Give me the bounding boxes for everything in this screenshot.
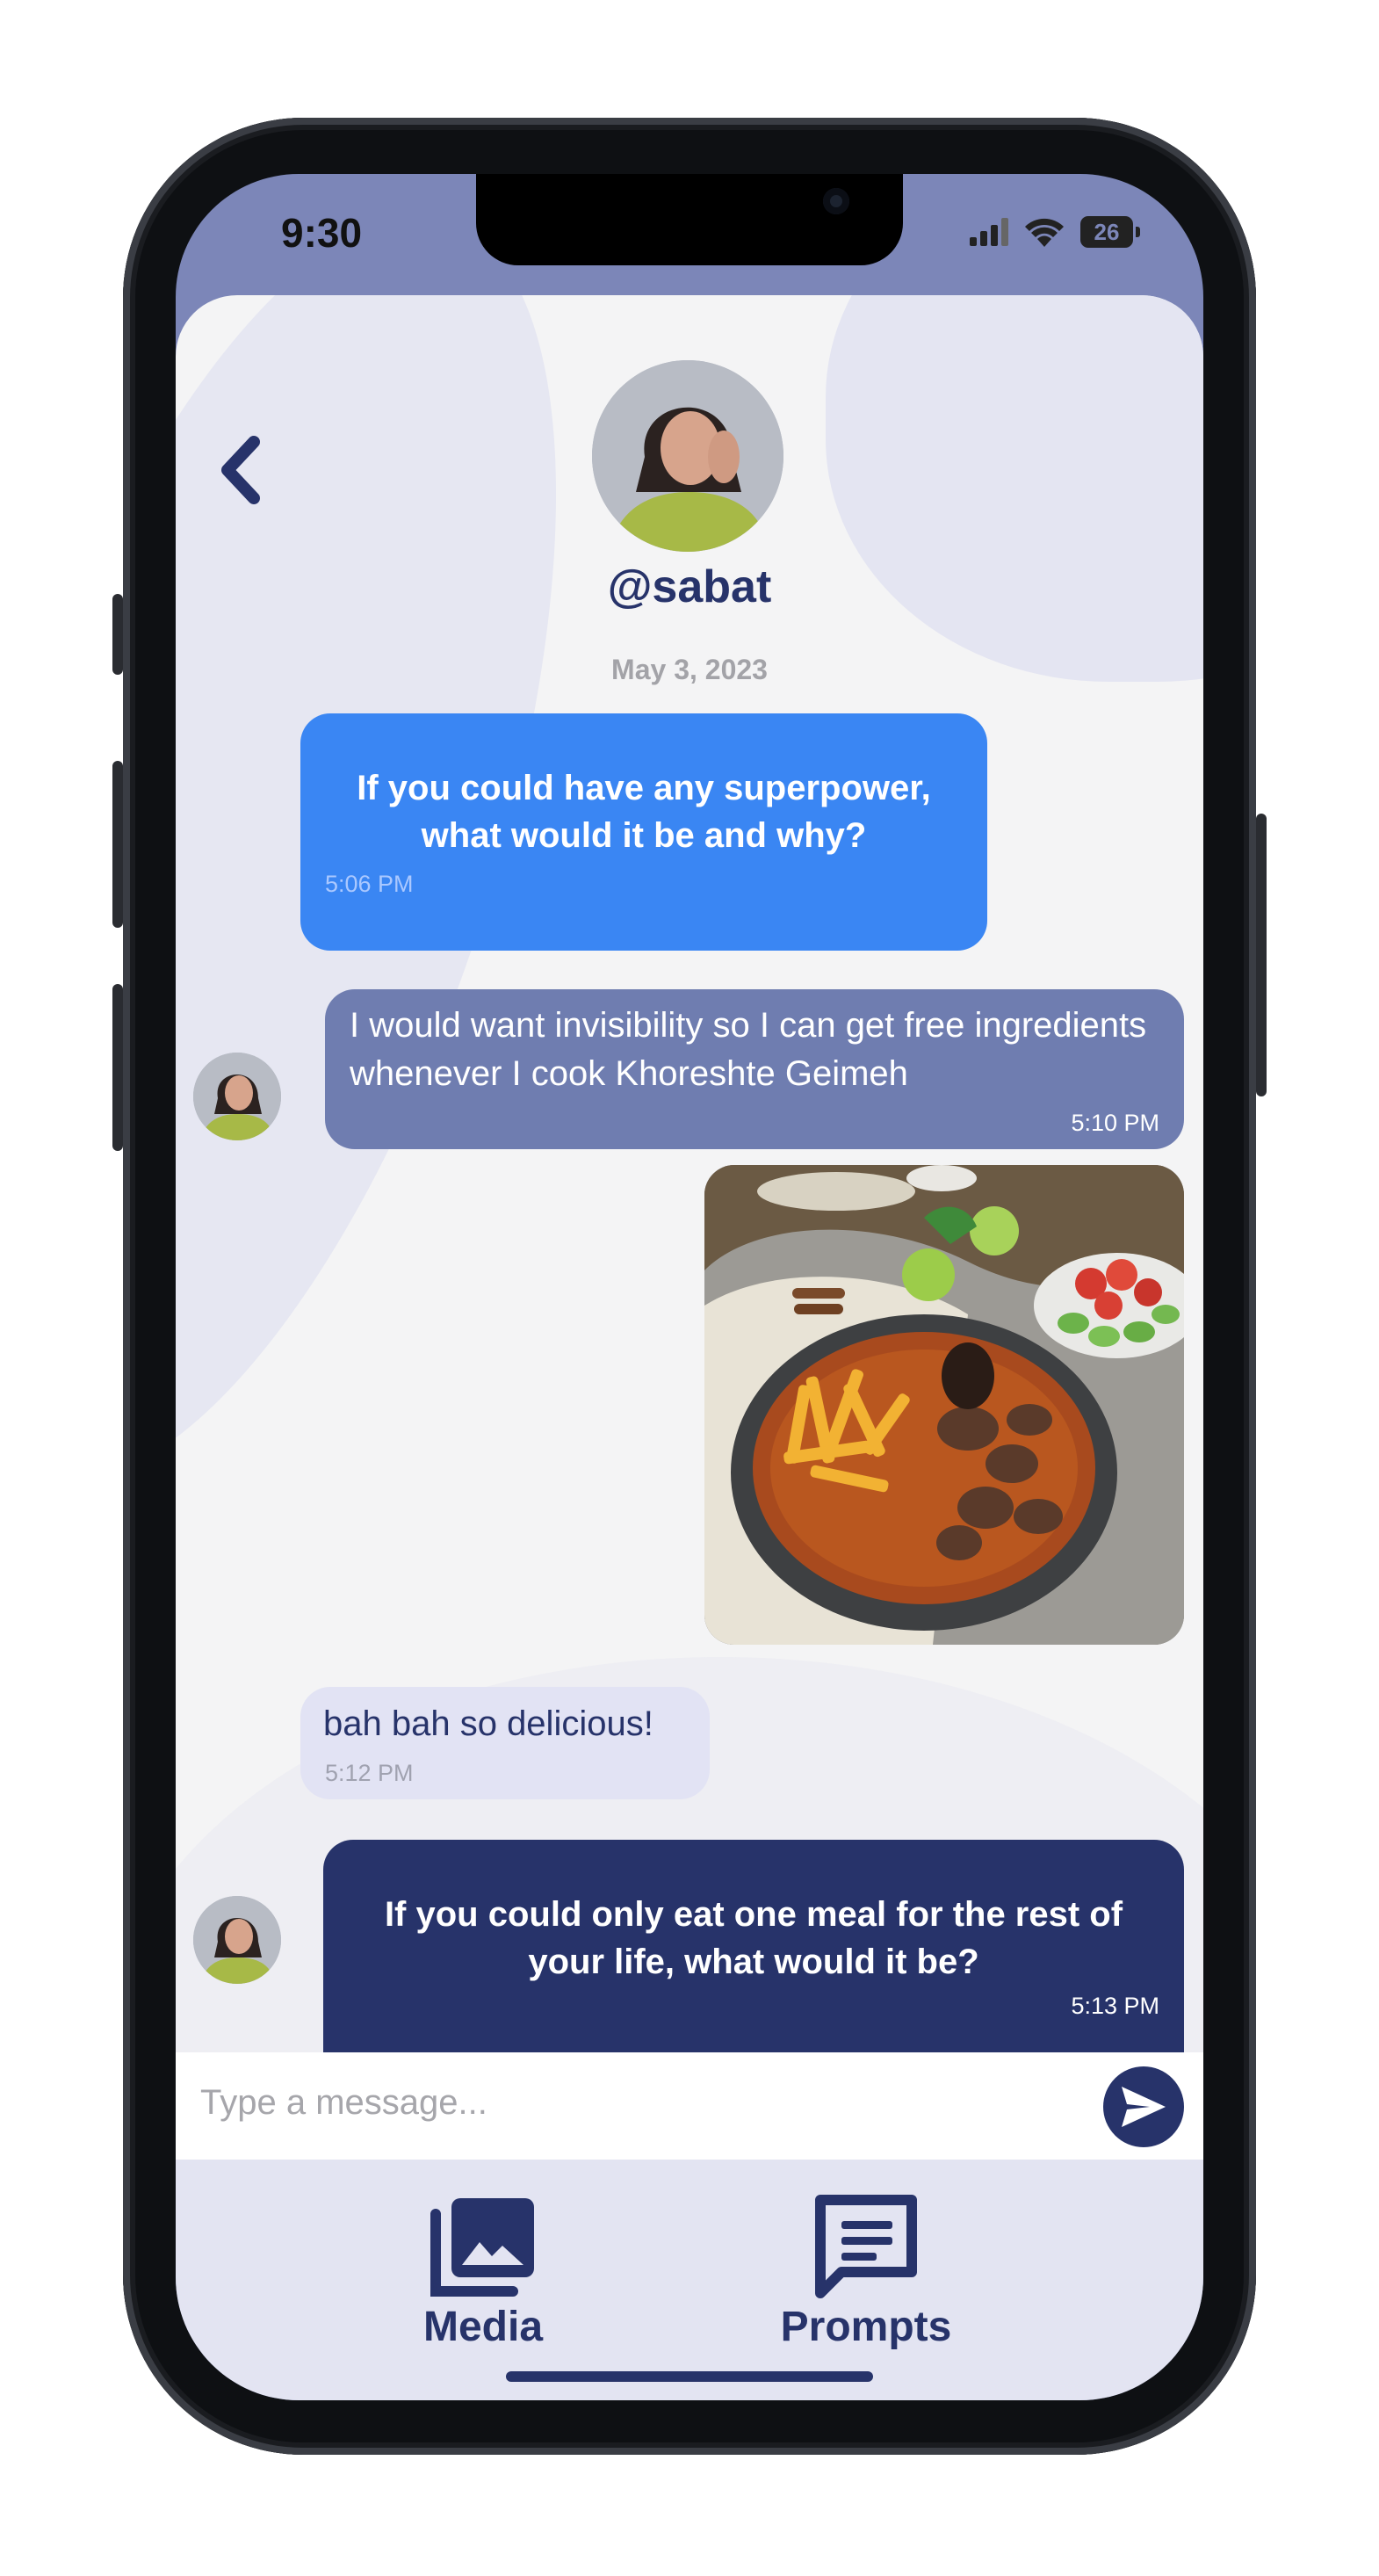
message-time: 5:10 PM bbox=[1071, 1110, 1159, 1136]
notch bbox=[476, 174, 903, 265]
message-input[interactable] bbox=[199, 2072, 1080, 2133]
message-text: bah bah so delicious! bbox=[323, 1704, 653, 1743]
message-time: 5:13 PM bbox=[1071, 1993, 1159, 2019]
prompts-chat-icon bbox=[815, 2195, 917, 2298]
status-time: 9:30 bbox=[281, 210, 363, 256]
back-button[interactable] bbox=[209, 431, 271, 510]
home-indicator[interactable] bbox=[506, 2371, 873, 2382]
power-button bbox=[1256, 814, 1267, 1096]
battery-icon: 26 bbox=[1080, 216, 1140, 248]
bottom-nav: Media Prompts bbox=[176, 2160, 1203, 2400]
nav-media-label: Media bbox=[422, 2304, 544, 2350]
message-time: 5:06 PM bbox=[325, 871, 414, 897]
background-shape bbox=[826, 295, 1203, 682]
conversation-date: May 3, 2023 bbox=[611, 654, 768, 685]
profile-avatar[interactable] bbox=[592, 360, 783, 552]
message-text: I would want invisibility so I can get f… bbox=[350, 1006, 1147, 1093]
chat-area[interactable]: @sabat May 3, 2023 If you could have any… bbox=[176, 295, 1203, 2052]
status-bar: 9:30 26 bbox=[176, 174, 1203, 297]
contact-handle: @sabat bbox=[607, 561, 772, 612]
send-icon bbox=[1122, 2087, 1166, 2127]
shared-food-photo[interactable] bbox=[704, 1165, 1184, 1645]
message-time: 5:12 PM bbox=[325, 1760, 414, 1786]
front-camera bbox=[823, 188, 849, 214]
nav-prompts-label: Prompts bbox=[780, 2304, 952, 2350]
sender-avatar[interactable] bbox=[193, 1896, 281, 1984]
message-bubble-prompt[interactable]: If you could have any superpower, what w… bbox=[300, 713, 987, 951]
message-bubble-prompt-sent[interactable]: If you could only eat one meal for the r… bbox=[323, 1840, 1184, 2052]
nav-prompts[interactable]: Prompts bbox=[778, 2195, 954, 2351]
message-bubble-received[interactable]: bah bah so delicious! 5:12 PM bbox=[300, 1687, 710, 1799]
message-bubble-sent[interactable]: I would want invisibility so I can get f… bbox=[325, 989, 1184, 1149]
signal-icon bbox=[970, 218, 1008, 246]
screen: 9:30 26 @sabat May 3, 2023 If you could … bbox=[176, 174, 1203, 2400]
media-gallery-icon bbox=[430, 2198, 534, 2297]
send-button[interactable] bbox=[1103, 2066, 1184, 2147]
volume-up-button bbox=[112, 761, 123, 928]
volume-down-button bbox=[112, 984, 123, 1151]
message-text: If you could have any superpower, what w… bbox=[357, 769, 931, 855]
sender-avatar[interactable] bbox=[193, 1053, 281, 1140]
message-composer bbox=[176, 2052, 1203, 2160]
wifi-icon bbox=[1025, 218, 1064, 247]
status-icons: 26 bbox=[970, 216, 1140, 248]
nav-media[interactable]: Media bbox=[395, 2195, 571, 2351]
back-chevron-icon bbox=[221, 436, 260, 504]
message-text: If you could only eat one meal for the r… bbox=[384, 1895, 1123, 1981]
mute-switch bbox=[112, 594, 123, 675]
